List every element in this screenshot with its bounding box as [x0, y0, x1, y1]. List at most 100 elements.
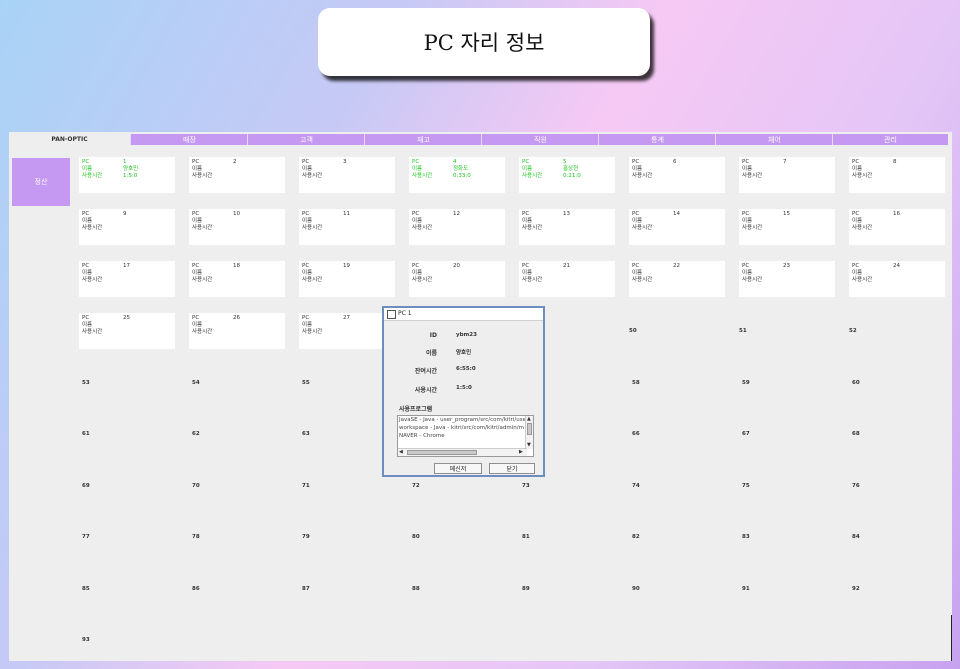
seat-number[interactable]: 76	[852, 483, 860, 489]
seat-number[interactable]: 86	[192, 586, 200, 592]
tab-staff[interactable]: 직원	[481, 134, 599, 145]
seat-number[interactable]: 81	[522, 534, 530, 540]
list-item[interactable]: JavaSE - Java - user_program/src/com/kit…	[399, 417, 528, 423]
name-label: 이름	[522, 218, 533, 224]
pc-card[interactable]: PC 27 이름 사용시간	[299, 313, 395, 349]
seat-number[interactable]: 71	[302, 483, 310, 489]
time-label: 사용시간	[82, 277, 103, 283]
pc-label: PC	[412, 263, 420, 269]
tab-chat[interactable]: 채어	[715, 134, 833, 145]
scroll-up-icon[interactable]: ▲	[527, 416, 531, 422]
pc-label: PC	[852, 211, 860, 217]
program-list[interactable]: JavaSE - Java - user_program/src/com/kit…	[397, 415, 534, 457]
scroll-down-icon[interactable]: ▼	[527, 442, 531, 448]
pc-card[interactable]: PC 9 이름 사용시간	[79, 209, 175, 245]
seat-number[interactable]: 52	[849, 328, 857, 334]
horizontal-scrollbar[interactable]: ◀ ▶	[398, 448, 527, 456]
pc-card[interactable]: PC 5 이름 홍상현 사용시간 0:21:0	[519, 157, 615, 193]
scroll-left-icon[interactable]: ◀	[399, 449, 403, 455]
pc-card[interactable]: PC 7 이름 사용시간	[739, 157, 835, 193]
seat-number[interactable]: 84	[852, 534, 860, 540]
pc-card[interactable]: PC 16 이름 사용시간	[849, 209, 945, 245]
pc-card[interactable]: PC 12 이름 사용시간	[409, 209, 505, 245]
pc-card[interactable]: PC 19 이름 사용시간	[299, 261, 395, 297]
pc-card[interactable]: PC 15 이름 사용시간	[739, 209, 835, 245]
pc-card[interactable]: PC 6 이름 사용시간	[629, 157, 725, 193]
dialog-title: PC 1	[398, 310, 412, 317]
tab-store[interactable]: 매장	[130, 134, 248, 145]
close-button[interactable]: 닫기	[489, 463, 535, 474]
seat-number[interactable]: 51	[739, 328, 747, 334]
seat-number[interactable]: 92	[852, 586, 860, 592]
pc-number: 11	[343, 211, 350, 217]
pc-card[interactable]: PC 8 이름 사용시간	[849, 157, 945, 193]
pc-card[interactable]: PC 23 이름 사용시간	[739, 261, 835, 297]
used-time: 0:21:0	[563, 173, 581, 179]
pc-card[interactable]: PC 13 이름 사용시간	[519, 209, 615, 245]
seat-number[interactable]: 58	[632, 380, 640, 386]
time-label: 사용시간	[192, 329, 213, 335]
seat-number[interactable]: 72	[412, 483, 420, 489]
seat-number[interactable]: 70	[192, 483, 200, 489]
pc-card[interactable]: PC 11 이름 사용시간	[299, 209, 395, 245]
list-item[interactable]: NAVER - Chrome	[399, 433, 445, 439]
pc-card[interactable]: PC 26 이름 사용시간	[189, 313, 285, 349]
name-label: 이름	[742, 166, 753, 172]
seat-number[interactable]: 62	[192, 431, 200, 437]
pc-card[interactable]: PC 17 이름 사용시간	[79, 261, 175, 297]
pc-card[interactable]: PC 25 이름 사용시간	[79, 313, 175, 349]
pc-card[interactable]: PC 24 이름 사용시간	[849, 261, 945, 297]
seat-number[interactable]: 77	[82, 534, 90, 540]
pc-card[interactable]: PC 4 이름 정화도 사용시간 0:33:0	[409, 157, 505, 193]
vertical-scroll-thumb[interactable]	[527, 423, 532, 435]
tab-inventory[interactable]: 재고	[364, 134, 482, 145]
tab-admin[interactable]: 관리	[832, 134, 948, 145]
seat-number[interactable]: 82	[632, 534, 640, 540]
list-item[interactable]: workspace - Java - kitri/src/com/kitri/a…	[399, 425, 524, 431]
seat-number[interactable]: 55	[302, 380, 310, 386]
pc-card[interactable]: PC 1 이름 양호민 사용시간 1:5:0	[79, 157, 175, 193]
pc-card[interactable]: PC 3 이름 사용시간	[299, 157, 395, 193]
seat-number[interactable]: 66	[632, 431, 640, 437]
horizontal-scroll-thumb[interactable]	[407, 450, 477, 455]
seat-number[interactable]: 73	[522, 483, 530, 489]
seat-number[interactable]: 90	[632, 586, 640, 592]
seat-number[interactable]: 53	[82, 380, 90, 386]
seat-number[interactable]: 87	[302, 586, 310, 592]
pc-card[interactable]: PC 2 이름 사용시간	[189, 157, 285, 193]
seat-number[interactable]: 60	[852, 380, 860, 386]
pc-card[interactable]: PC 18 이름 사용시간	[189, 261, 285, 297]
pc-card[interactable]: PC 10 이름 사용시간	[189, 209, 285, 245]
seat-number[interactable]: 59	[742, 380, 750, 386]
seat-number[interactable]: 75	[742, 483, 750, 489]
pc-card[interactable]: PC 20 이름 사용시간	[409, 261, 505, 297]
seat-number[interactable]: 63	[302, 431, 310, 437]
seat-number[interactable]: 50	[629, 328, 637, 334]
pc-card[interactable]: PC 14 이름 사용시간	[629, 209, 725, 245]
seat-number[interactable]: 80	[412, 534, 420, 540]
seat-number[interactable]: 93	[82, 637, 90, 643]
seat-number[interactable]: 85	[82, 586, 90, 592]
name-label: 이름	[412, 166, 423, 172]
messenger-button[interactable]: 메신저	[434, 463, 482, 474]
scroll-right-icon[interactable]: ▶	[519, 449, 523, 455]
seat-number[interactable]: 54	[192, 380, 200, 386]
seat-number[interactable]: 67	[742, 431, 750, 437]
seat-number[interactable]: 78	[192, 534, 200, 540]
top-nav: PAN-OPTIC 매장 고객 재고 직원 통계 채어 관리	[9, 132, 952, 146]
seat-number[interactable]: 61	[82, 431, 90, 437]
seat-number[interactable]: 79	[302, 534, 310, 540]
seat-number[interactable]: 74	[632, 483, 640, 489]
tab-customer[interactable]: 고객	[247, 134, 365, 145]
tab-statistics[interactable]: 통계	[598, 134, 716, 145]
pc-card[interactable]: PC 22 이름 사용시간	[629, 261, 725, 297]
seat-number[interactable]: 68	[852, 431, 860, 437]
pc-card[interactable]: PC 21 이름 사용시간	[519, 261, 615, 297]
seat-number[interactable]: 83	[742, 534, 750, 540]
seat-number[interactable]: 89	[522, 586, 530, 592]
seat-number[interactable]: 69	[82, 483, 90, 489]
seat-number[interactable]: 88	[412, 586, 420, 592]
settle-button[interactable]: 정산	[12, 158, 70, 206]
seat-number[interactable]: 91	[742, 586, 750, 592]
vertical-scrollbar[interactable]: ▲ ▼	[525, 416, 533, 449]
